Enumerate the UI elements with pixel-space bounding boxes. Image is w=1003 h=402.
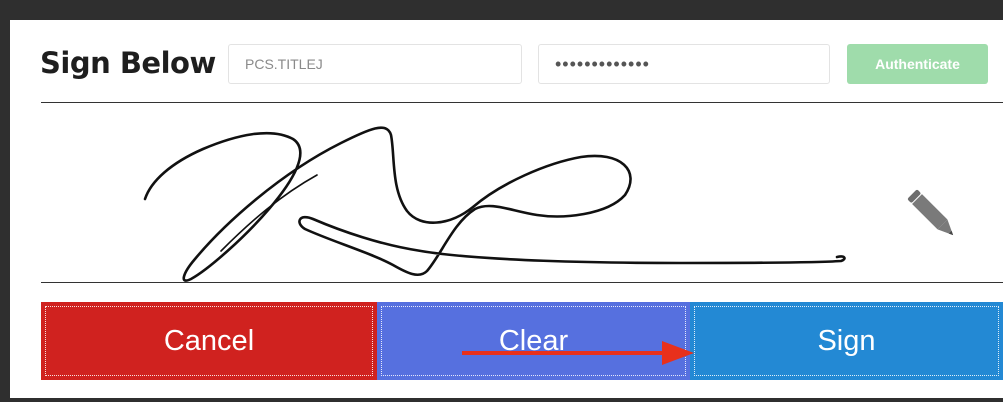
signature-dialog: Sign Below Authenticate (10, 20, 1003, 398)
action-button-row: Cancel Clear Sign (41, 302, 1003, 380)
clear-button[interactable]: Clear (377, 302, 690, 380)
clear-button-label: Clear (381, 306, 686, 376)
password-input[interactable] (538, 44, 830, 84)
window-frame: Sign Below Authenticate (0, 0, 1003, 402)
signature-stroke (143, 126, 846, 282)
authenticate-button[interactable]: Authenticate (847, 44, 988, 84)
pencil-icon (903, 185, 965, 247)
signature-canvas[interactable] (41, 103, 1003, 282)
sign-button[interactable]: Sign (690, 302, 1003, 380)
signature-baseline (41, 282, 1003, 283)
sign-button-label: Sign (694, 306, 999, 376)
cancel-button[interactable]: Cancel (41, 302, 377, 380)
cancel-button-label: Cancel (45, 306, 373, 376)
username-input[interactable] (228, 44, 522, 84)
dialog-title: Sign Below (40, 46, 216, 80)
